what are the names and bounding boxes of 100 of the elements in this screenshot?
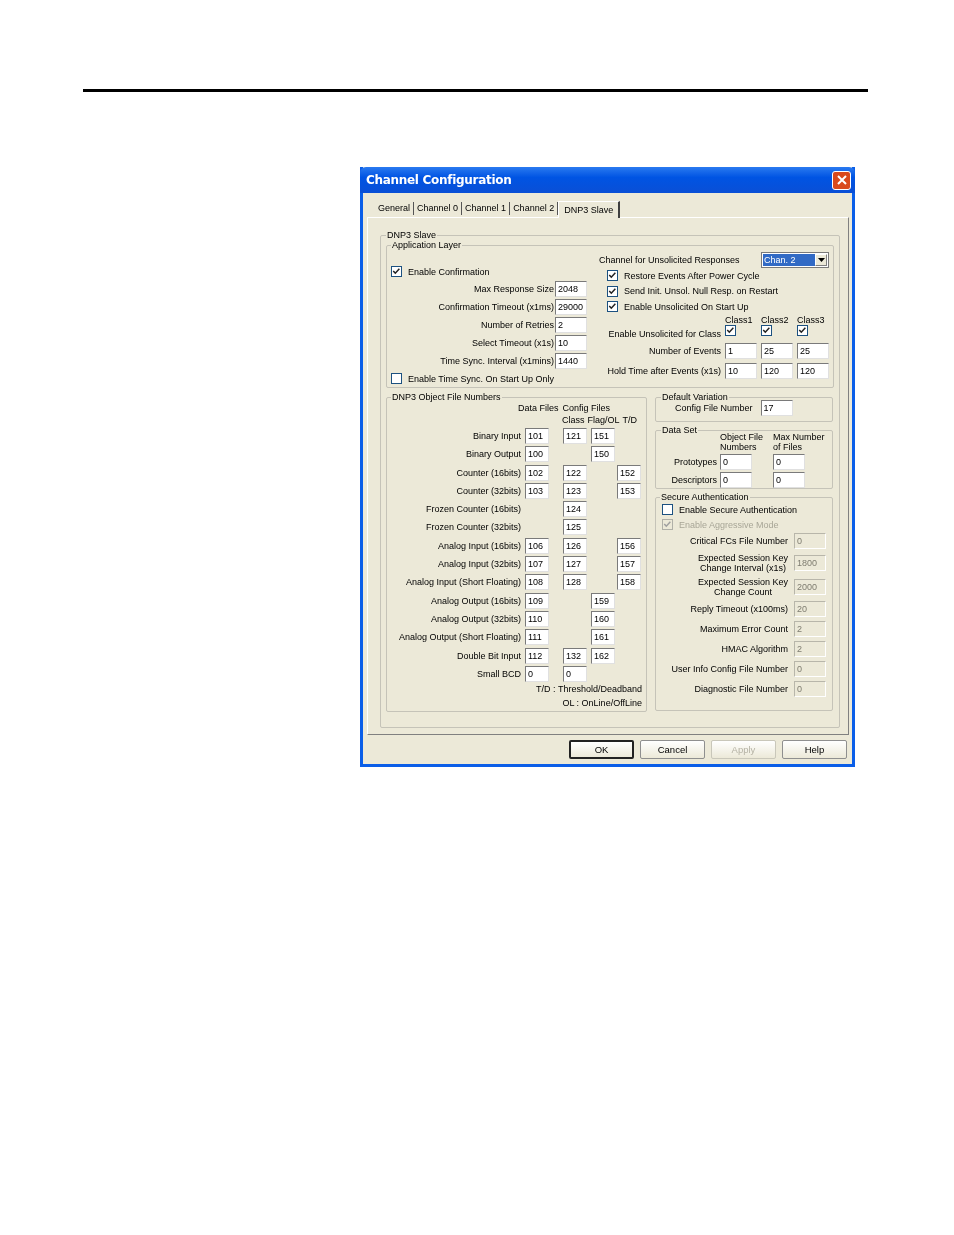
- input-field[interactable]: 108: [525, 574, 549, 591]
- field-label: Max Response Size: [473, 284, 554, 294]
- group-title: DNP3 Slave: [386, 230, 438, 240]
- checkbox[interactable]: [391, 373, 402, 384]
- dialog-button[interactable]: Cancel: [640, 740, 705, 759]
- input-field[interactable]: 29000: [555, 299, 587, 315]
- field-label: Analog Input (32bits): [436, 559, 521, 570]
- column-header: Max Number of Files: [773, 432, 825, 452]
- input-field[interactable]: 150: [591, 446, 615, 463]
- input-field[interactable]: 25: [761, 342, 793, 359]
- input-field[interactable]: 107: [525, 556, 549, 573]
- input-field[interactable]: 126: [563, 537, 587, 554]
- field-label: Number of Events: [647, 345, 721, 356]
- input-field[interactable]: 127: [563, 556, 587, 573]
- input-field[interactable]: 120: [761, 362, 793, 379]
- checkbox[interactable]: [761, 325, 772, 336]
- tab[interactable]: DNP3 Slave: [558, 201, 621, 218]
- field-label: Small BCD: [476, 668, 521, 679]
- tab[interactable]: Channel 1: [462, 202, 511, 215]
- input-field[interactable]: 123: [563, 482, 587, 499]
- input-field[interactable]: 101: [525, 428, 549, 444]
- input-field[interactable]: 0: [773, 472, 805, 488]
- input-field[interactable]: 160: [591, 610, 615, 627]
- input-field[interactable]: 17: [760, 400, 793, 416]
- input-field[interactable]: 161: [591, 629, 615, 646]
- input-field[interactable]: 124: [563, 501, 587, 518]
- field-label: Expected Session Key Change Count: [697, 577, 788, 597]
- checkbox[interactable]: [662, 504, 673, 515]
- input-field[interactable]: 1440: [555, 353, 587, 369]
- field-label: Prototypes: [672, 457, 717, 467]
- input-field[interactable]: 132: [563, 647, 587, 664]
- input-field[interactable]: 112: [525, 647, 549, 664]
- input-field[interactable]: 158: [617, 574, 641, 591]
- input-field[interactable]: 1: [725, 342, 757, 359]
- input-field[interactable]: 156: [617, 537, 641, 554]
- input-field[interactable]: 103: [525, 482, 549, 499]
- input-field[interactable]: 125: [563, 519, 587, 536]
- input-field[interactable]: 151: [591, 428, 615, 444]
- group-title: DNP3 Object File Numbers: [391, 392, 502, 402]
- column-header: Class: [562, 415, 585, 427]
- field-label: Counter (32bits): [455, 485, 521, 496]
- tab[interactable]: Channel 0: [414, 202, 463, 215]
- checkbox[interactable]: [607, 270, 618, 282]
- checkbox[interactable]: [797, 325, 808, 336]
- field-label: Expected Session Key Change Interval (x1s): [697, 553, 788, 573]
- group-title: Secure Authentication: [660, 492, 750, 502]
- checkbox-label: Enable Unsolicited On Start Up: [624, 301, 749, 312]
- input-field[interactable]: 110: [525, 610, 549, 627]
- checkbox[interactable]: [607, 301, 618, 313]
- input-field[interactable]: 121: [563, 428, 587, 444]
- input-field[interactable]: 128: [563, 574, 587, 591]
- input-field[interactable]: 0: [720, 454, 752, 470]
- field-label: Analog Output (32bits): [429, 613, 521, 624]
- field-label: Reply Timeout (x100ms): [690, 604, 788, 614]
- column-header: T/D: [622, 415, 638, 427]
- input-field[interactable]: 10: [725, 362, 757, 379]
- field-label: Hold Time after Events (x1s): [606, 365, 721, 376]
- input-field[interactable]: 120: [797, 362, 829, 379]
- input-field[interactable]: 159: [591, 592, 615, 609]
- field-label: Confirmation Timeout (x1ms): [438, 302, 554, 312]
- checkbox[interactable]: [607, 285, 618, 297]
- input-field[interactable]: 157: [617, 556, 641, 573]
- input-field[interactable]: 10: [555, 335, 587, 351]
- field-label: User Info Config File Number: [671, 664, 788, 674]
- checkbox-label: Enable Secure Authentication: [679, 504, 798, 515]
- field-label: Select Timeout (x1s): [471, 338, 554, 348]
- input-field[interactable]: 0: [773, 454, 805, 470]
- input-field[interactable]: 109: [525, 592, 549, 609]
- input-field[interactable]: 111: [525, 629, 549, 646]
- input-field[interactable]: 153: [617, 482, 641, 499]
- field-label: Analog Input (Short Floating): [404, 577, 521, 588]
- field-label: Binary Input: [471, 431, 521, 441]
- field-label: Descriptors: [670, 475, 717, 485]
- checkbox[interactable]: [725, 325, 736, 336]
- field-label: Number of Retries: [480, 320, 554, 330]
- dialog-button[interactable]: OK: [569, 740, 634, 759]
- dialog-button[interactable]: Help: [782, 740, 847, 759]
- input-field[interactable]: 152: [617, 464, 641, 481]
- input-field[interactable]: 0: [563, 665, 587, 682]
- input-field[interactable]: 162: [591, 647, 615, 664]
- input-field[interactable]: 100: [525, 446, 549, 463]
- checkbox-label: Send Init. Unsol. Null Resp. on Restart: [624, 286, 779, 297]
- column-header: Class3: [797, 315, 826, 325]
- channel-dropdown[interactable]: Chan. 2: [761, 251, 829, 268]
- legend-note: OL : OnLine/OffLine: [562, 697, 642, 708]
- input-field[interactable]: 0: [525, 665, 549, 682]
- tab[interactable]: General: [375, 202, 415, 215]
- input-field[interactable]: 102: [525, 464, 549, 481]
- field-label: Config File Number: [675, 403, 753, 413]
- input-field[interactable]: 2048: [555, 281, 587, 297]
- field-label: Analog Output (Short Floating): [397, 632, 521, 643]
- field-label: Analog Output (16bits): [429, 595, 521, 606]
- input-field[interactable]: 25: [797, 342, 829, 359]
- input-field[interactable]: 0: [720, 472, 752, 488]
- input-field[interactable]: 106: [525, 537, 549, 554]
- input-field[interactable]: 2: [555, 317, 587, 333]
- field-label: Frozen Counter (16bits): [424, 504, 521, 515]
- input-field[interactable]: 122: [563, 464, 587, 481]
- close-button[interactable]: [832, 170, 851, 190]
- checkbox[interactable]: [391, 266, 402, 277]
